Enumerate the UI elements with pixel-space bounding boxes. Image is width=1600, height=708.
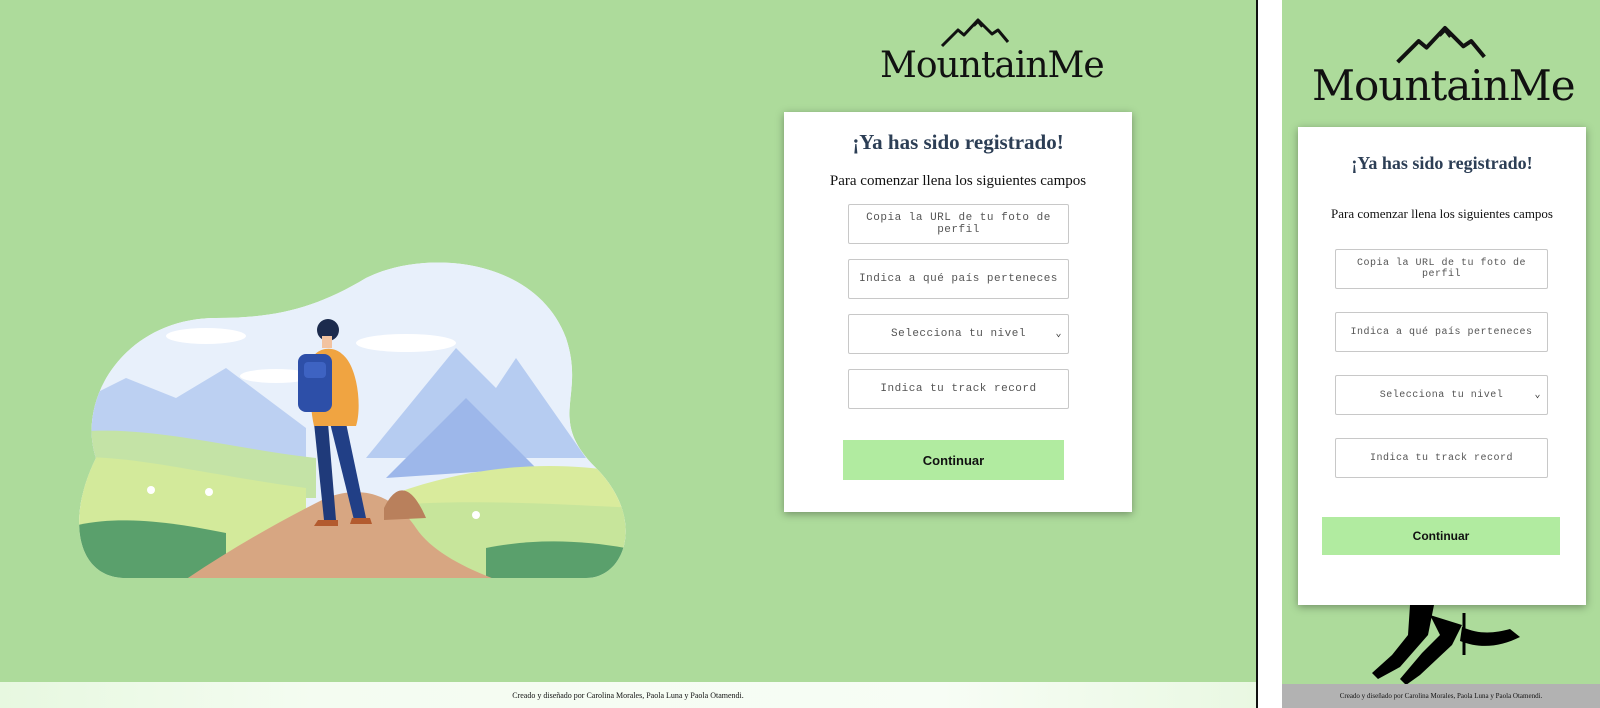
panel-gap — [1258, 0, 1282, 708]
photo-url-placeholder: Copia la URL de tu foto de perfil — [866, 212, 1051, 236]
brand-logo[interactable]: MountainMe — [1312, 25, 1576, 110]
photo-url-input[interactable]: Copia la URL de tu foto de perfil — [848, 204, 1069, 244]
registration-card: ¡Ya has sido registrado! Para comenzar l… — [784, 112, 1132, 512]
country-input[interactable]: Indica a qué país perteneces — [1335, 312, 1548, 352]
brand-logo[interactable]: MountainMe — [880, 18, 1105, 86]
mobile-view: MountainMe ¡Ya has sido registrado! Para… — [1282, 0, 1600, 708]
card-subtitle: Para comenzar llena los siguientes campo… — [829, 173, 1087, 189]
registration-card: ¡Ya has sido registrado! Para comenzar l… — [1298, 127, 1586, 605]
brand-name: MountainMe — [1312, 61, 1576, 110]
level-select[interactable]: Selecciona tu nivel ⌄ — [848, 314, 1069, 354]
level-select[interactable]: Selecciona tu nivel ⌄ — [1335, 375, 1548, 415]
brand-name: MountainMe — [880, 45, 1105, 86]
card-title: ¡Ya has sido registrado! — [1351, 153, 1533, 173]
level-select-value: Selecciona tu nivel — [1379, 389, 1504, 401]
continue-button[interactable]: Continuar — [1322, 517, 1560, 555]
chevron-down-icon: ⌄ — [1534, 390, 1541, 401]
track-record-input[interactable]: Indica tu track record — [848, 369, 1069, 409]
country-placeholder: Indica a qué país perteneces — [1350, 326, 1533, 338]
chevron-down-icon: ⌄ — [1055, 329, 1062, 340]
footer-credits: Creado y diseñado por Carolina Morales, … — [1282, 684, 1600, 708]
continue-button[interactable]: Continuar — [843, 440, 1064, 480]
desktop-view: MountainMe ¡Ya has sido registrado! Para… — [0, 0, 1256, 708]
level-select-value: Selecciona tu nivel — [891, 328, 1026, 340]
country-placeholder: Indica a qué país perteneces — [859, 273, 1058, 285]
country-input[interactable]: Indica a qué país perteneces — [848, 259, 1069, 299]
photo-url-placeholder: Copia la URL de tu foto de perfil — [1356, 258, 1527, 280]
mountain-peaks-icon — [1396, 25, 1486, 64]
footer-credits: Creado y diseñado por Carolina Morales, … — [0, 682, 1256, 708]
card-title: ¡Ya has sido registrado! — [852, 130, 1064, 154]
hiker-illustration — [79, 262, 626, 578]
photo-url-input[interactable]: Copia la URL de tu foto de perfil — [1335, 249, 1548, 289]
track-record-input[interactable]: Indica tu track record — [1335, 438, 1548, 478]
track-record-placeholder: Indica tu track record — [1369, 452, 1514, 464]
climber-silhouette-icon — [1372, 605, 1520, 685]
mountain-peaks-icon — [940, 18, 1010, 48]
track-record-placeholder: Indica tu track record — [880, 383, 1037, 395]
card-subtitle: Para comenzar llena los siguientes campo… — [1330, 206, 1553, 221]
